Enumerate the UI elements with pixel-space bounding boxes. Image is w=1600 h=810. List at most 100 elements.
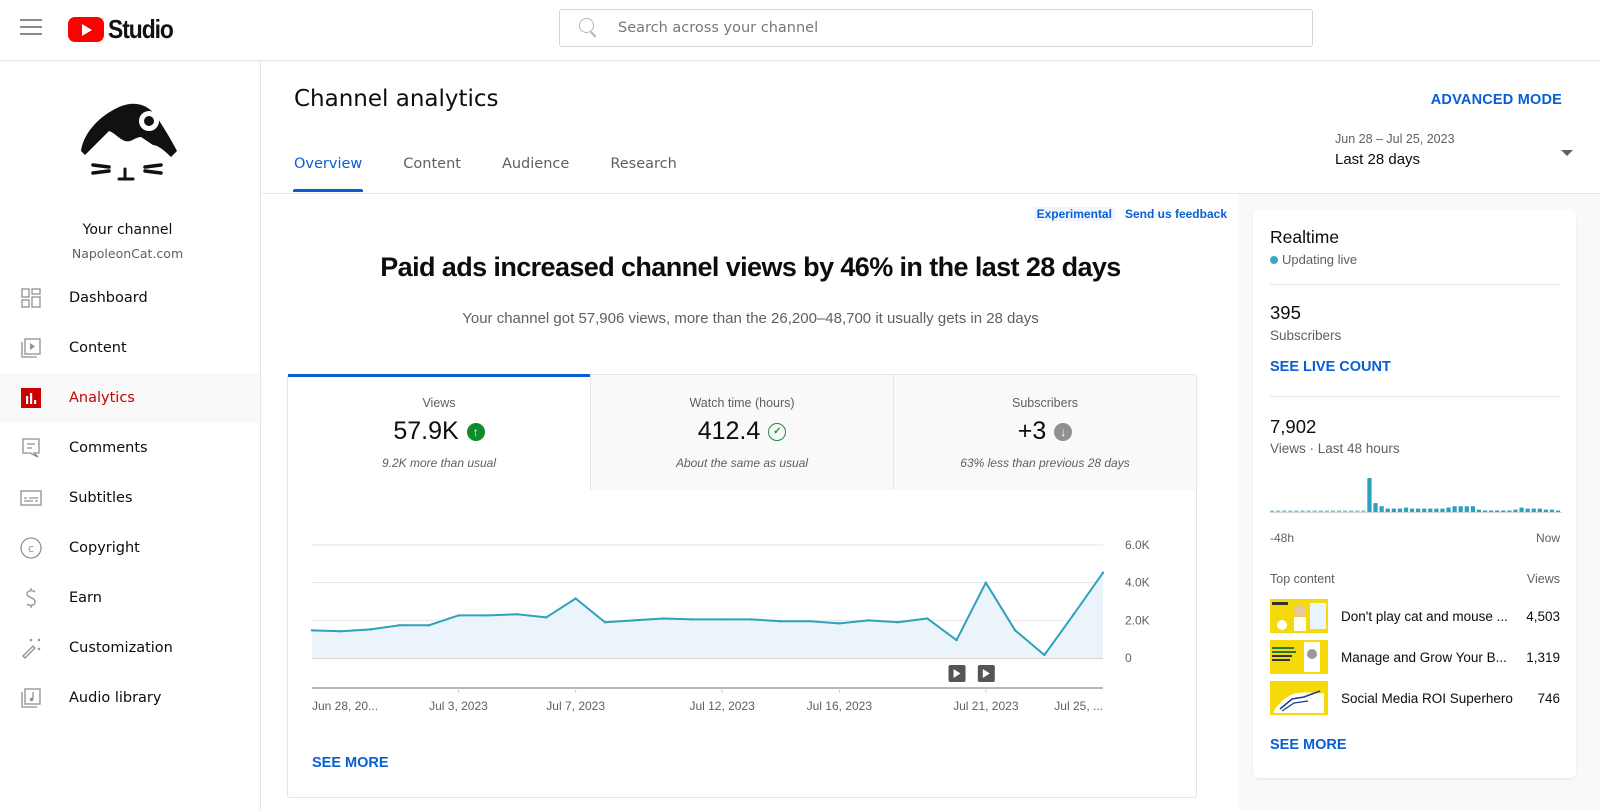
video-views: 746 (1537, 690, 1560, 706)
data-point (486, 614, 489, 617)
realtime-bar (1458, 506, 1463, 512)
x-tick-label: Jul 25, ... (1054, 699, 1103, 713)
realtime-bar (1446, 507, 1451, 512)
realtime-bar (1501, 510, 1506, 512)
see-more-button[interactable]: SEE MORE (312, 755, 389, 771)
metric-value-wrap: 412.4 ✓ (698, 417, 787, 446)
data-point (808, 620, 812, 623)
channel-avatar[interactable] (75, 99, 179, 191)
views-48h-label: Views · Last 48 hours (1270, 441, 1400, 456)
realtime-status-text: Updating live (1282, 252, 1358, 267)
content-icon (20, 337, 42, 359)
top-content-item[interactable]: Social Media ROI Superhero 746 (1270, 681, 1560, 715)
data-point (1013, 629, 1017, 632)
metric-tab-subscribers[interactable]: Subscribers +3 ↓ 63% less than previous … (893, 375, 1196, 490)
data-point (515, 613, 519, 616)
x-tick-label: Jul 12, 2023 (689, 699, 755, 713)
realtime-bar (1428, 508, 1433, 512)
realtime-bar (1312, 510, 1317, 512)
metrics-card: Views 57.9K ↑ 9.2K more than usual Watch… (287, 374, 1197, 798)
date-range-label: Last 28 days (1335, 151, 1421, 168)
views-column-header: Views (1526, 572, 1560, 586)
channel-handle: NapoleonCat.com (71, 246, 184, 261)
video-title: Don't play cat and mouse ... (1341, 608, 1508, 624)
sidebar-item-audio-library[interactable]: Audio library (0, 673, 260, 723)
realtime-bar (1525, 508, 1530, 512)
arrow-up-circle-icon: ↑ (466, 422, 485, 441)
data-point (867, 619, 870, 622)
video-marker-icon[interactable] (948, 665, 966, 682)
sidebar-item-comments[interactable]: Comments (0, 423, 260, 473)
data-point (838, 622, 841, 625)
sidebar-item-label: Comments (69, 440, 148, 456)
top-content-item[interactable]: Manage and Grow Your B... 1,319 (1270, 640, 1560, 674)
date-range-selector[interactable]: Jun 28 – Jul 25, 2023 Last 28 days (1335, 132, 1577, 182)
top-bar: Studio (0, 0, 1600, 61)
tab-content[interactable]: Content (403, 150, 461, 192)
experimental-link[interactable]: Experimental (1033, 207, 1115, 221)
tab-audience[interactable]: Audience (502, 150, 569, 192)
realtime-bar (1543, 509, 1549, 512)
realtime-bar (1422, 508, 1427, 512)
sidebar-item-dashboard[interactable]: Dashboard (0, 273, 260, 323)
data-point (457, 614, 460, 617)
video-thumbnail (1270, 640, 1328, 674)
analytics-icon (20, 387, 42, 409)
copyright-icon: c (20, 537, 42, 559)
sidebar-item-label: Customization (69, 640, 173, 656)
tab-research[interactable]: Research (610, 150, 677, 192)
advanced-mode-button[interactable]: ADVANCED MODE (1431, 92, 1562, 108)
views-48h-count: 7,902 (1270, 416, 1317, 437)
metric-tabs: Views 57.9K ↑ 9.2K more than usual Watch… (288, 374, 1196, 490)
video-thumbnail (1270, 681, 1328, 715)
realtime-panel: Realtime Updating live 395 Subscribers S… (1239, 194, 1600, 810)
search-input[interactable] (618, 20, 1218, 36)
y-tick-label: 0 (1125, 651, 1132, 665)
data-point (427, 624, 431, 627)
realtime-bar (1385, 508, 1390, 512)
logo-text: Studio (108, 14, 174, 44)
realtime-bar (1276, 510, 1281, 512)
realtime-bar-chart (1270, 478, 1562, 513)
top-content-see-more-button[interactable]: SEE MORE (1270, 737, 1347, 753)
earn-icon (20, 587, 42, 609)
realtime-bar (1519, 507, 1524, 512)
metric-label: Views (422, 396, 456, 410)
metric-value-wrap: +3 ↓ (1018, 417, 1073, 446)
realtime-bar (1507, 510, 1512, 512)
realtime-bar (1403, 507, 1409, 512)
realtime-bar (1373, 503, 1378, 512)
metric-tab-views[interactable]: Views 57.9K ↑ 9.2K more than usual (288, 374, 590, 490)
see-live-count-button[interactable]: SEE LIVE COUNT (1270, 359, 1391, 375)
sidebar-item-subtitles[interactable]: Subtitles (0, 473, 260, 523)
tab-overview[interactable]: Overview (292, 150, 364, 192)
subscribers-count: 395 (1270, 302, 1301, 323)
realtime-bar (1464, 506, 1469, 512)
insight-headline: Paid ads increased channel views by 46% … (380, 252, 1121, 282)
realtime-bar (1361, 510, 1366, 512)
menu-icon[interactable] (20, 19, 42, 37)
top-content-item[interactable]: Don't play cat and mouse ... 4,503 (1270, 599, 1560, 633)
data-point (984, 581, 988, 584)
metric-value: +3 (1017, 417, 1047, 445)
sidebar-item-content[interactable]: Content (0, 323, 260, 373)
page-title: Channel analytics (294, 86, 499, 112)
sidebar-item-analytics[interactable]: Analytics (0, 373, 260, 423)
studio-logo[interactable]: Studio (68, 14, 182, 45)
video-marker-icon[interactable] (977, 665, 995, 682)
sidebar-item-label: Earn (69, 590, 102, 606)
metric-tab-watch-time[interactable]: Watch time (hours) 412.4 ✓ About the sam… (590, 375, 893, 490)
channel-name: Your channel (82, 222, 173, 238)
data-point (691, 618, 695, 621)
sidebar-item-copyright[interactable]: c Copyright (0, 523, 260, 573)
realtime-bar (1288, 510, 1293, 512)
realtime-bar (1343, 510, 1348, 512)
svg-text:c: c (28, 542, 34, 555)
sidebar-item-earn[interactable]: Earn (0, 573, 260, 623)
data-point (603, 621, 607, 624)
sidebar-item-label: Subtitles (69, 490, 133, 506)
send-feedback-link[interactable]: Send us feedback (1125, 207, 1227, 221)
data-point (926, 617, 929, 620)
realtime-bar (1306, 510, 1311, 512)
sidebar-item-customization[interactable]: Customization (0, 623, 260, 673)
